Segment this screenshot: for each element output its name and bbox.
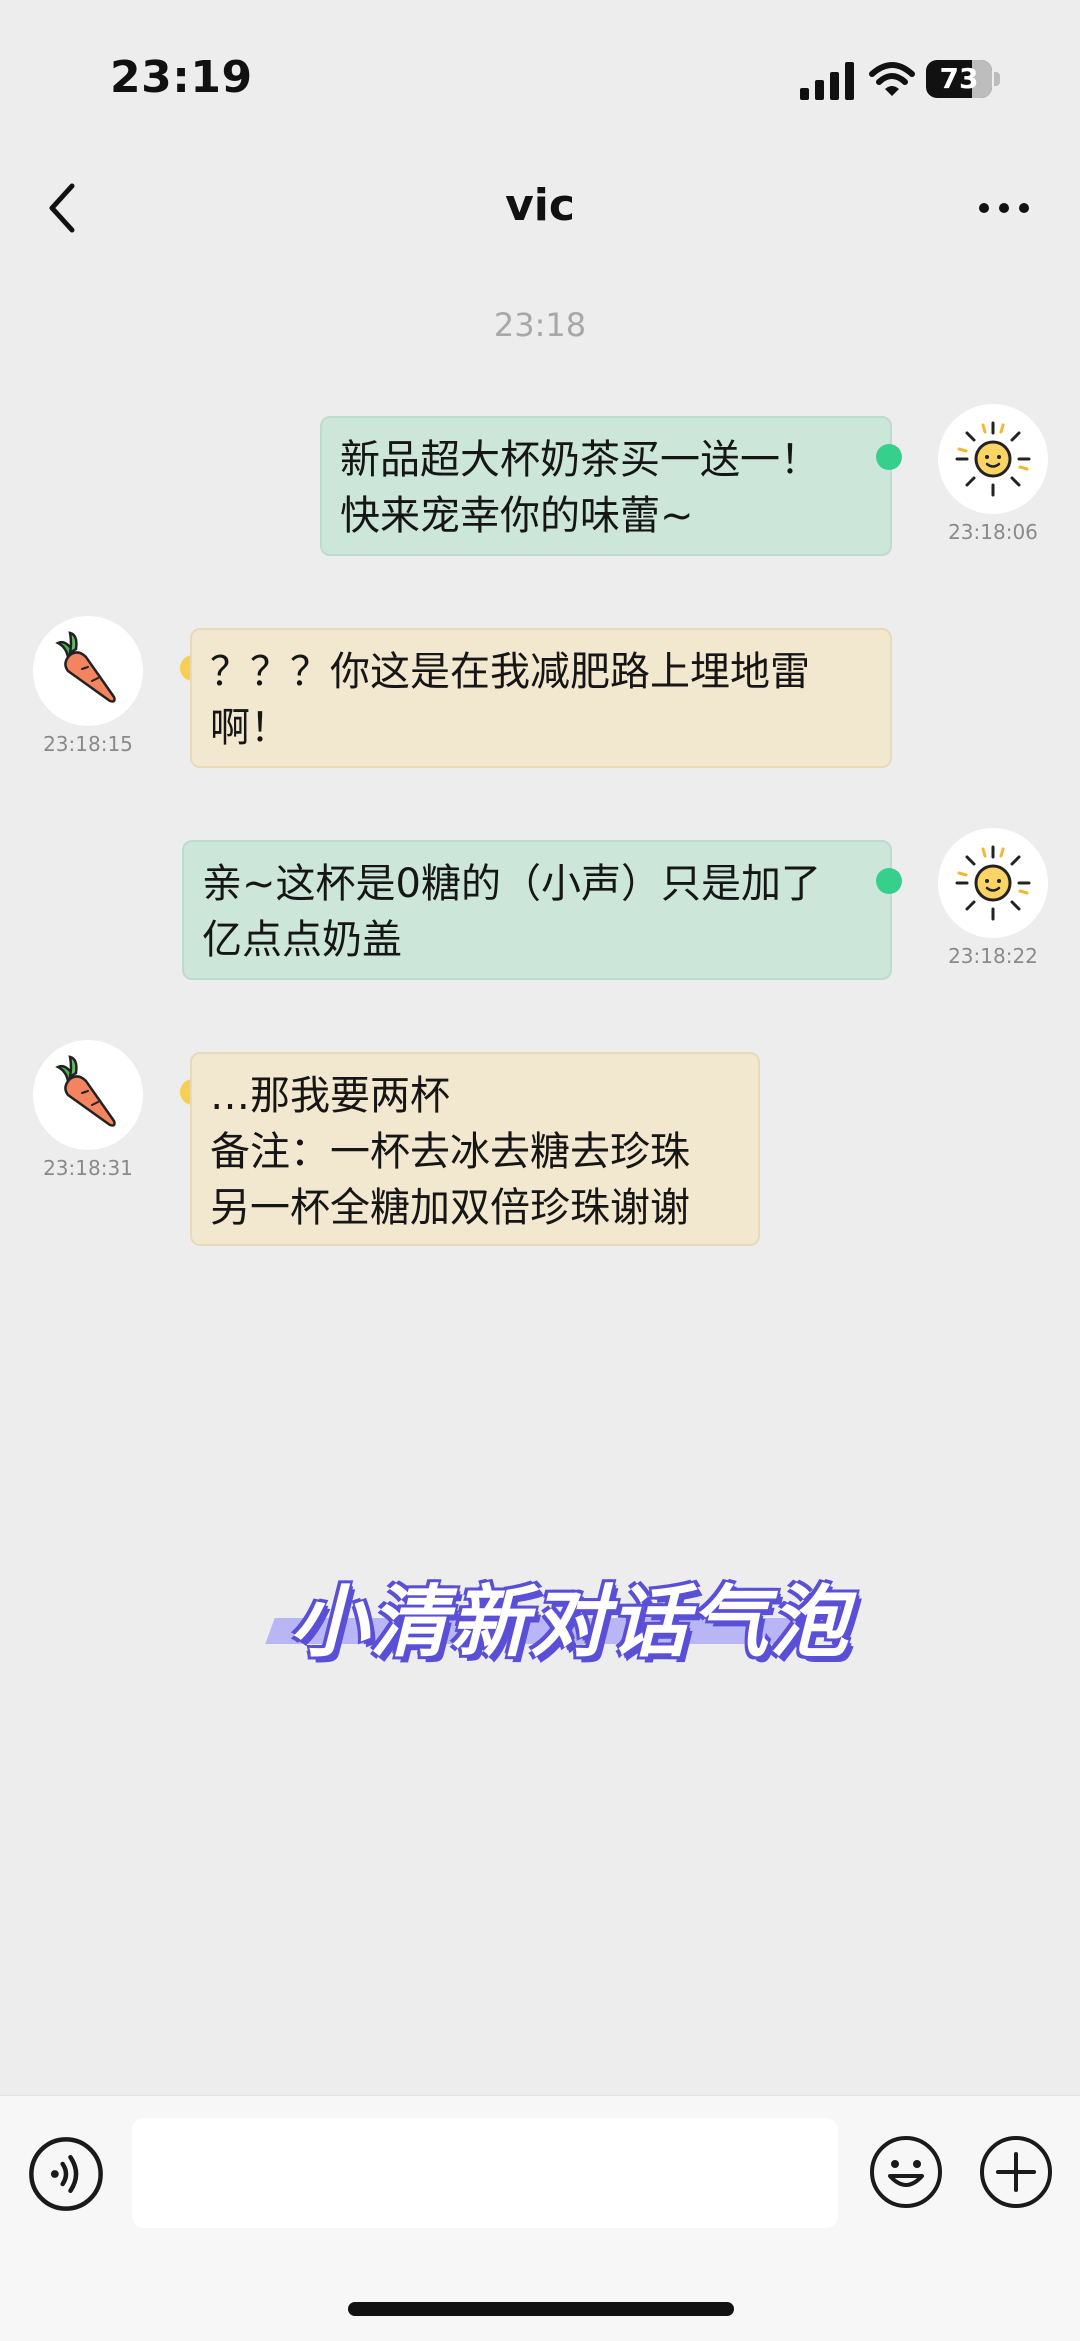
chat-title: vic <box>505 180 575 231</box>
voice-icon[interactable] <box>28 2136 104 2212</box>
message-bubble[interactable]: …那我要两杯 备注：一杯去冰去糖去珍珠 另一杯全糖加双倍珍珠谢谢 <box>190 1052 760 1246</box>
message-bubble[interactable]: 亲~这杯是0糖的（小声）只是加了 亿点点奶盖 <box>182 840 892 980</box>
bubble-dot <box>876 868 902 894</box>
message-line: …那我要两杯 <box>210 1073 450 1119</box>
avatar[interactable] <box>938 828 1048 938</box>
message-time: 23:18:22 <box>948 944 1038 968</box>
message-line: 另一杯全糖加双倍珍珠谢谢 <box>210 1185 690 1231</box>
status-bar: 23:19 73 <box>0 0 1080 150</box>
message-line: 备注：一杯去冰去糖去珍珠 <box>210 1129 690 1175</box>
carrot-icon <box>55 1055 116 1127</box>
chat-header: vic <box>0 150 1080 270</box>
message-line: 新品超大杯奶茶买一送一！ <box>340 437 820 483</box>
message-bubble[interactable]: ？？？你这是在我减肥路上埋地雷 啊！ <box>190 628 892 768</box>
status-time: 23:19 <box>110 52 253 103</box>
wifi-icon <box>869 62 915 96</box>
message-line: ？？？你这是在我减肥路上埋地雷 <box>210 649 810 695</box>
battery-indicator: 73 <box>926 60 1000 98</box>
caption-overlay: 小清新对话气泡 <box>265 1560 851 1670</box>
message-line: 亿点点奶盖 <box>202 917 402 963</box>
more-icon[interactable] <box>976 198 1032 218</box>
message-time: 23:18:06 <box>948 520 1038 544</box>
emoji-icon[interactable] <box>868 2134 944 2210</box>
avatar[interactable] <box>33 616 143 726</box>
plus-icon[interactable] <box>978 2134 1054 2210</box>
message-input[interactable] <box>132 2118 838 2228</box>
avatar[interactable] <box>33 1040 143 1150</box>
message-time: 23:18:15 <box>43 732 133 756</box>
battery-level: 73 <box>939 62 979 95</box>
sun-icon <box>955 421 1031 497</box>
message-bubble[interactable]: 新品超大杯奶茶买一送一！ 快来宠幸你的味蕾~ <box>320 416 892 556</box>
message-line: 啊！ <box>210 705 290 751</box>
sun-icon <box>955 845 1031 921</box>
bubble-dot <box>876 444 902 470</box>
carrot-icon <box>55 631 116 703</box>
chat-screen: 23:19 73 vic 23:18 新品超大杯奶茶买一送一！ 快来宠幸你的味蕾… <box>0 0 1080 2341</box>
avatar[interactable] <box>938 404 1048 514</box>
caption-text: 小清新对话气泡 <box>290 1578 851 1668</box>
time-divider: 23:18 <box>493 306 587 344</box>
message-line: 亲~这杯是0糖的（小声）只是加了 <box>202 861 821 907</box>
message-time: 23:18:31 <box>43 1156 133 1180</box>
message-line: 快来宠幸你的味蕾~ <box>340 493 694 539</box>
home-indicator <box>348 2302 734 2316</box>
signal-icon <box>800 62 854 100</box>
